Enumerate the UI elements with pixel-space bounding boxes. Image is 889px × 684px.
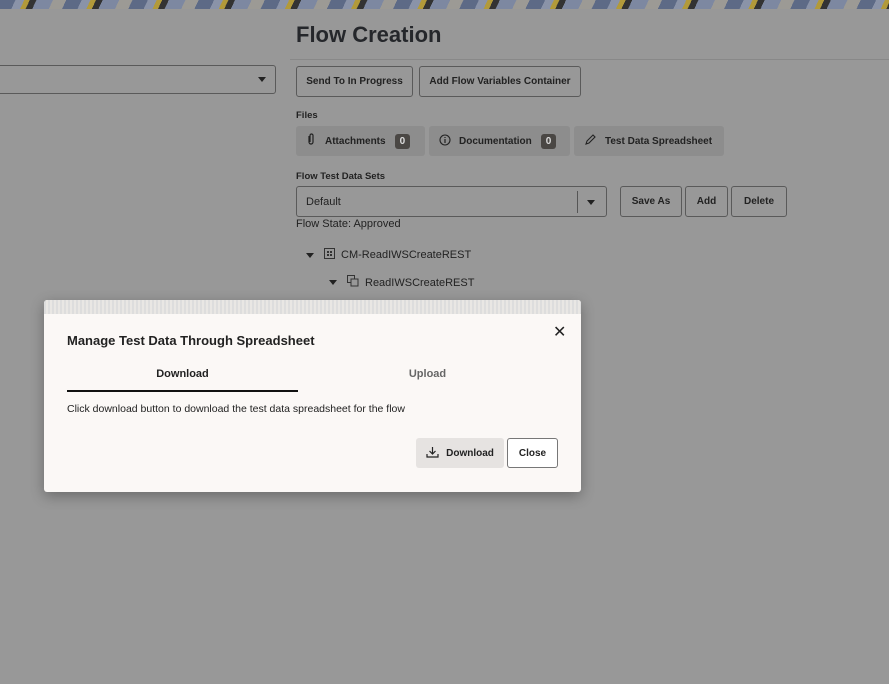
tree-node-label: CM-ReadIWSCreateREST: [341, 249, 472, 261]
expand-triangle-icon[interactable]: [306, 252, 314, 258]
dialog-title: Manage Test Data Through Spreadsheet: [67, 333, 315, 348]
expand-triangle-icon[interactable]: [329, 280, 337, 285]
divider: [290, 59, 889, 60]
save-as-button[interactable]: Save As: [620, 186, 682, 217]
add-flow-variables-container-button[interactable]: Add Flow Variables Container: [419, 66, 581, 97]
close-button[interactable]: Close: [507, 438, 558, 468]
active-tab-indicator: [67, 390, 298, 392]
close-icon[interactable]: ✕: [553, 322, 566, 342]
tree-node-label: ReadIWSCreateREST: [365, 276, 475, 289]
grid-icon: [324, 248, 335, 262]
flow-state: Flow State: Approved: [296, 218, 401, 230]
add-button[interactable]: Add: [685, 186, 728, 217]
download-button[interactable]: Download: [416, 438, 504, 468]
separator: [577, 191, 578, 213]
chevron-down-icon: [587, 200, 595, 205]
tree-node[interactable]: ReadIWSCreateREST: [329, 275, 474, 290]
page-title: Flow Creation: [296, 22, 442, 47]
download-icon: [426, 446, 439, 461]
left-select[interactable]: [0, 65, 276, 94]
download-label: Download: [446, 447, 494, 459]
header-banner: [0, 0, 889, 9]
pencil-icon: [584, 133, 596, 149]
documentation-button[interactable]: Documentation 0: [429, 126, 570, 156]
test-data-spreadsheet-button[interactable]: Test Data Spreadsheet: [574, 126, 724, 156]
dialog-drag-handle[interactable]: [44, 300, 581, 314]
test-data-set-select[interactable]: Default: [296, 186, 607, 217]
attachments-count-badge: 0: [394, 133, 411, 149]
tree-node[interactable]: CM-ReadIWSCreateREST: [306, 248, 471, 262]
dialog-description: Click download button to download the te…: [67, 403, 405, 415]
attachments-button[interactable]: Attachments 0: [296, 126, 425, 156]
delete-button[interactable]: Delete: [731, 186, 787, 217]
documentation-label: Documentation: [459, 135, 532, 147]
selected-value: Default: [306, 196, 341, 208]
documentation-count-badge: 0: [540, 133, 557, 149]
info-icon: [439, 133, 451, 149]
paperclip-icon: [306, 133, 316, 149]
manage-test-data-dialog: Manage Test Data Through Spreadsheet ✕ D…: [44, 300, 581, 492]
chevron-down-icon: [258, 77, 266, 82]
copy-icon: [347, 275, 359, 290]
attachments-label: Attachments: [325, 135, 386, 147]
tab-download[interactable]: Download: [67, 368, 298, 380]
files-label: Files: [296, 110, 318, 121]
send-to-in-progress-button[interactable]: Send To In Progress: [296, 66, 413, 97]
tab-upload[interactable]: Upload: [312, 368, 543, 380]
test-data-spreadsheet-label: Test Data Spreadsheet: [605, 135, 713, 147]
flow-test-data-sets-label: Flow Test Data Sets: [296, 171, 386, 182]
